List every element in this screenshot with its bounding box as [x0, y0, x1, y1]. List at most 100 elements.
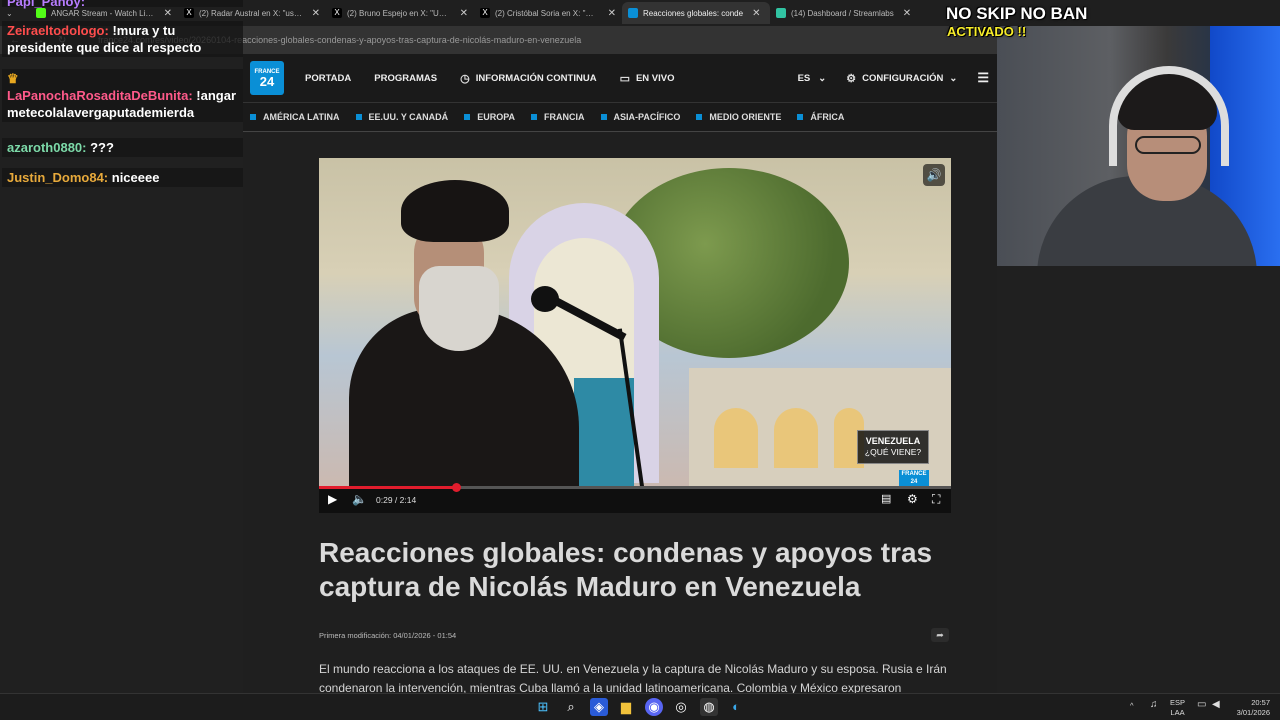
video-progress-bar[interactable]	[319, 483, 951, 492]
chat-text: ???	[86, 140, 114, 155]
close-icon[interactable]: ✕	[460, 8, 468, 19]
chat-message: Papi_Panoy:	[2, 0, 243, 9]
chrome-icon[interactable]: ◍	[700, 698, 718, 716]
region-link[interactable]: EUROPA	[464, 112, 515, 122]
clock[interactable]: 20:57 3/01/2026	[1230, 698, 1270, 718]
stream-chat-overlay: Papi_Panoy: Zeiraeltodologo: !mura y tu …	[0, 0, 243, 200]
video-topic-badge: VENEZUELA ¿QUÉ VIENE?	[857, 430, 929, 464]
video-person-turban	[401, 180, 509, 242]
region-link[interactable]: FRANCIA	[531, 112, 585, 122]
article-modified-date: Primera modificación: 04/01/2026 - 01:54	[319, 631, 457, 640]
video-player[interactable]: VENEZUELA ¿QUÉ VIENE? FRANCE 24 🔊	[319, 158, 951, 488]
chat-username: Justin_Domo84:	[7, 170, 109, 185]
banner-line2: ACTIVADO !!	[947, 24, 1027, 39]
search-icon[interactable]: ⌕	[562, 698, 580, 716]
chevron-up-icon[interactable]: ^	[1130, 701, 1134, 711]
header-right: ES ⌄ ⚙ CONFIGURACIÓN ⌄ ☰	[798, 54, 989, 102]
language-top: ESP	[1170, 698, 1186, 707]
chat-message: Justin_Domo84: niceeee	[2, 168, 243, 187]
webcam-overlay	[997, 26, 1280, 266]
video-microphone	[531, 286, 559, 312]
browser-tab[interactable]: X (2) Bruno Espejo en X: "Usemo ✕	[326, 2, 474, 24]
streamlabs-icon	[776, 8, 786, 18]
clock-date: 3/01/2026	[1236, 708, 1270, 717]
close-icon[interactable]: ✕	[752, 8, 760, 19]
browser-tab[interactable]: (14) Dashboard / Streamlabs ✕	[770, 2, 918, 24]
crown-icon: ♛	[7, 71, 19, 86]
captions-icon[interactable]: ▤	[881, 492, 891, 505]
region-link[interactable]: ASIA-PACÍFICO	[601, 112, 681, 122]
volume-control-icon[interactable]: 🔈	[352, 492, 367, 506]
article-title: Reacciones globales: condenas y apoyos t…	[319, 537, 933, 602]
nav-portada[interactable]: PORTADA	[305, 73, 351, 84]
france24-logo[interactable]: FRANCE 24	[250, 61, 284, 95]
windows-taskbar: ⊞ ⌕ ◈ ▆ ◉ ◎ ◍ ◐ ^ ♫ ESP LAA ▭ ◀ 20:57 3/01…	[0, 693, 1280, 720]
language-indicator[interactable]: ESP LAA	[1170, 698, 1185, 718]
microphone-icon[interactable]: ♫	[1150, 700, 1158, 710]
language-bottom: LAA	[1170, 708, 1185, 717]
file-explorer-icon[interactable]: ▆	[617, 698, 635, 716]
nav-label: PORTADA	[305, 72, 352, 84]
chat-message: Zeiraeltodologo: !mura y tu presidente q…	[2, 21, 243, 57]
chat-username: Papi_Panoy:	[7, 0, 86, 9]
tv-icon: ▭	[619, 72, 630, 85]
badge-subtitle: ¿QUÉ VIENE?	[864, 446, 922, 457]
widgets-icon[interactable]: ◈	[590, 698, 608, 716]
share-icon[interactable]: ➦	[931, 628, 949, 642]
region-link[interactable]: AMÉRICA LATINA	[250, 112, 340, 122]
network-icon[interactable]: ▭	[1197, 700, 1206, 710]
chat-message: ♛ LaPanochaRosaditaDeBunita: !angar mete…	[2, 69, 243, 122]
nav-label: INFORMACIÓN CONTINUA	[475, 72, 597, 84]
france24-icon	[628, 8, 638, 18]
nav-programas[interactable]: PROGRAMAS	[374, 73, 437, 84]
chat-username: LaPanochaRosaditaDeBunita:	[7, 88, 193, 103]
nav-informacion-continua[interactable]: ◷ INFORMACIÓN CONTINUA	[460, 72, 596, 85]
chat-text: niceeee	[108, 170, 160, 185]
main-nav: PORTADA PROGRAMAS ◷ INFORMACIÓN CONTINUA …	[305, 72, 698, 85]
chevron-down-icon: ⌄	[818, 72, 827, 84]
region-link[interactable]: MEDIO ORIENTE	[696, 112, 781, 122]
discord-icon[interactable]: ◉	[645, 698, 663, 716]
settings-menu[interactable]: ⚙ CONFIGURACIÓN ⌄	[846, 72, 957, 85]
video-progress-handle[interactable]	[451, 483, 461, 492]
article-page: VENEZUELA ¿QUÉ VIENE? FRANCE 24 🔊 ▶ 🔈 0:…	[243, 133, 997, 695]
x-icon: X	[332, 8, 342, 18]
close-icon[interactable]: ✕	[903, 8, 911, 19]
play-icon[interactable]: ▶	[328, 492, 337, 506]
volume-icon[interactable]: 🔊	[923, 164, 945, 186]
nav-label: EN VIVO	[635, 72, 675, 84]
clock-time: 20:57	[1251, 698, 1270, 707]
edge-icon[interactable]: ◐	[727, 698, 745, 716]
gear-icon[interactable]: ⚙	[907, 492, 918, 506]
video-mural	[714, 408, 758, 468]
site-header: FRANCE 24 PORTADA PROGRAMAS ◷ INFORMACIÓN…	[243, 54, 997, 102]
stream-banner: NO SKIP NO BAN ACTIVADO !!	[946, 4, 1146, 44]
video-controls: ▶ 🔈 0:29 / 2:14 ▤ ⚙ ⛶	[319, 488, 951, 513]
video-mural	[774, 408, 818, 468]
chat-username: Zeiraeltodologo:	[7, 23, 109, 38]
browser-tab[interactable]: X (2) Cristóbal Soria en X: "Mand ✕	[474, 2, 622, 24]
screen: ⌄ ANGAR Stream - Watch Live on ✕ X (2) R…	[0, 0, 1280, 720]
obs-icon[interactable]: ◎	[672, 698, 690, 716]
video-progress-fill	[319, 486, 456, 489]
browser-tab-active[interactable]: Reacciones globales: conde ✕	[622, 2, 770, 24]
speaker-icon[interactable]: ◀	[1212, 700, 1220, 710]
banner-line1: NO SKIP NO BAN	[946, 4, 1088, 23]
close-icon[interactable]: ✕	[312, 8, 320, 19]
nav-label: PROGRAMAS	[374, 72, 438, 84]
close-icon[interactable]: ✕	[608, 8, 616, 19]
webcam-glasses	[1135, 136, 1201, 154]
language-selector[interactable]: ES ⌄	[798, 73, 827, 84]
clock-icon: ◷	[460, 72, 470, 85]
start-icon[interactable]: ⊞	[534, 698, 552, 716]
region-link[interactable]: EE.UU. Y CANADÁ	[356, 112, 449, 122]
hamburger-menu-icon[interactable]: ☰	[977, 70, 989, 86]
fullscreen-icon[interactable]: ⛶	[932, 492, 940, 507]
chat-username: azaroth0880:	[7, 140, 87, 155]
nav-en-vivo[interactable]: ▭ EN VIVO	[620, 72, 675, 85]
tab-title: (2) Bruno Espejo en X: "Usemo	[347, 8, 451, 18]
region-link[interactable]: ÁFRICA	[797, 112, 844, 122]
gear-icon: ⚙	[846, 72, 857, 85]
tab-title: Reacciones globales: conde	[643, 8, 744, 18]
regions-nav: AMÉRICA LATINA EE.UU. Y CANADÁ EUROPA FR…	[243, 102, 997, 132]
